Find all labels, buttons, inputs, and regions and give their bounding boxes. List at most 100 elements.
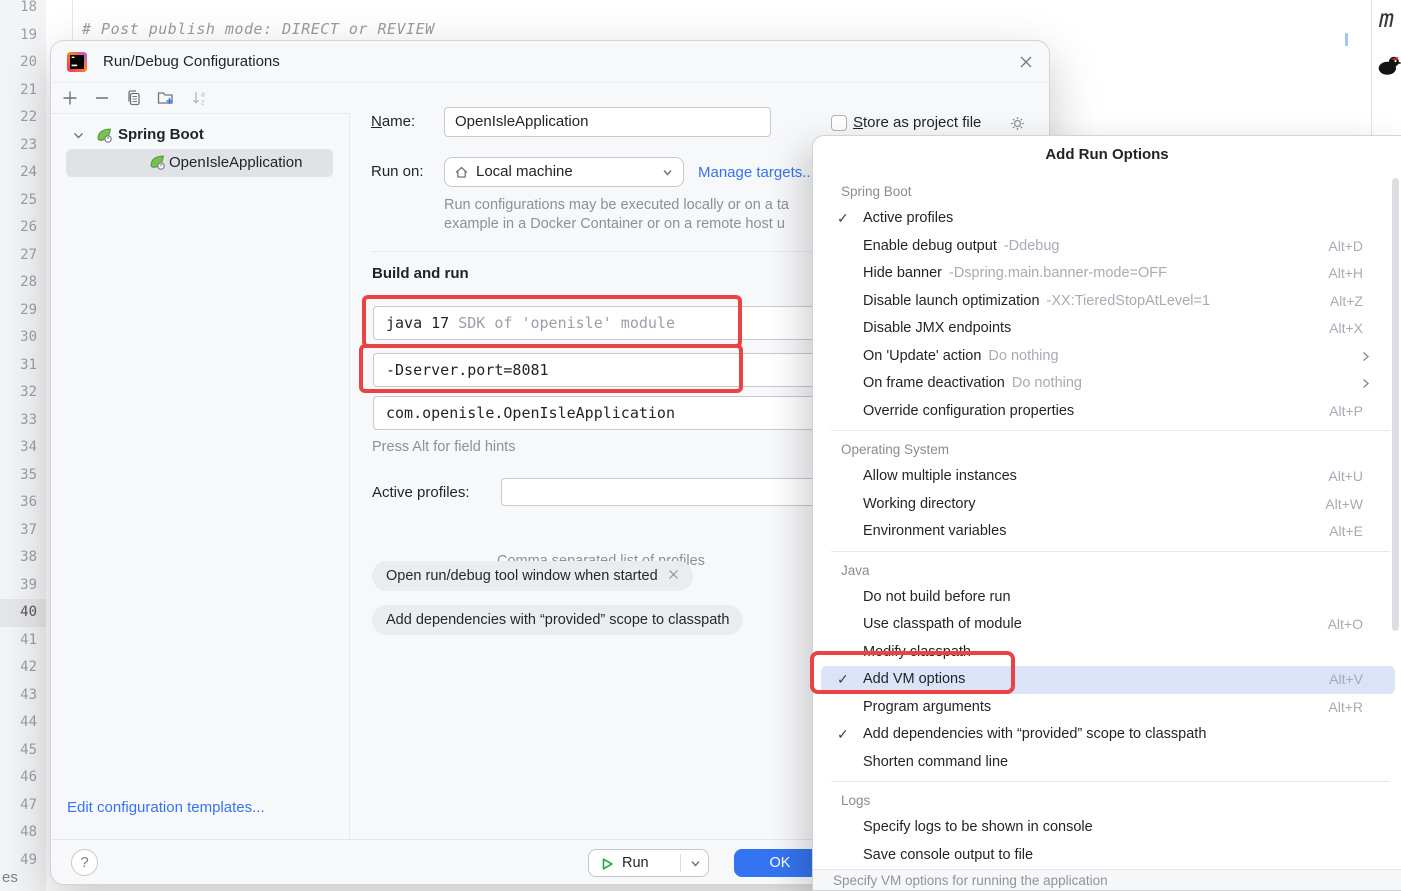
- tree-group-label: Spring Boot: [118, 121, 204, 149]
- menu-item-shorten-command-line[interactable]: Shorten command line: [821, 749, 1395, 777]
- add-run-options-popup: Add Run Options Spring Boot✓Active profi…: [812, 135, 1401, 891]
- line-number: 21: [0, 77, 46, 105]
- menu-item-label: Add dependencies with “provided” scope t…: [863, 726, 1206, 742]
- menu-item-do-not-build-before-run[interactable]: Do not build before run: [821, 584, 1395, 612]
- popup-scrollbar[interactable]: [1392, 178, 1399, 631]
- jre-field[interactable]: java 17 SDK of 'openisle' module: [373, 306, 821, 340]
- menu-item-save-console-output-to-file[interactable]: Save console output to file: [821, 842, 1395, 870]
- main-class-field[interactable]: com.openisle.OpenIsleApplication: [373, 396, 821, 430]
- run-on-label: Run on:: [371, 157, 424, 187]
- editor-caret: [1345, 33, 1348, 46]
- line-number: 20: [0, 49, 46, 77]
- configurations-toolbar: a z: [51, 83, 349, 113]
- line-number: 46: [0, 764, 46, 792]
- menu-item-shortcut: Alt+O: [1328, 611, 1363, 639]
- menu-item-environment-variables[interactable]: Environment variablesAlt+E: [821, 518, 1395, 546]
- chip-label: Open run/debug tool window when started: [386, 568, 658, 584]
- menu-item-shortcut: Alt+P: [1329, 398, 1363, 426]
- line-number: 27: [0, 242, 46, 270]
- dialog-titlebar[interactable]: Run/Debug Configurations: [51, 41, 1049, 83]
- menu-item-add-dependencies-with-provided-scope-to-[interactable]: ✓ Add dependencies with “provided” scope …: [821, 721, 1395, 749]
- line-number: 45: [0, 737, 46, 765]
- tree-group-spring-boot[interactable]: Spring Boot: [51, 121, 349, 149]
- menu-separator: [831, 430, 1390, 431]
- panel-separator: [349, 113, 350, 839]
- checkmark-icon: ✓: [837, 721, 855, 749]
- line-number: 23: [0, 132, 46, 160]
- menu-item-hint: Do nothing: [988, 348, 1058, 364]
- menu-item-disable-launch-optimization[interactable]: Disable launch optimization-XX:TieredSto…: [821, 288, 1395, 316]
- menu-item-label: Disable JMX endpoints: [863, 320, 1011, 336]
- line-number: 19: [0, 22, 46, 50]
- toolbar-separator: [51, 113, 349, 114]
- checkmark-icon: ✓: [837, 205, 855, 233]
- menu-item-label: Override configuration properties: [863, 403, 1074, 419]
- menu-section-header-spring-boot: Spring Boot: [813, 178, 1401, 205]
- close-icon[interactable]: [1017, 53, 1035, 71]
- menu-item-active-profiles[interactable]: ✓Active profiles: [821, 205, 1395, 233]
- menu-item-enable-debug-output[interactable]: Enable debug output-DdebugAlt+D: [821, 233, 1395, 261]
- store-as-project-file-label: Store as project file: [853, 108, 981, 138]
- menu-item-shortcut: Alt+R: [1328, 694, 1363, 722]
- run-on-select[interactable]: Local machine: [444, 157, 684, 187]
- menu-item-modify-classpath[interactable]: Modify classpath: [821, 639, 1395, 667]
- menu-item-label: Specify logs to be shown in console: [863, 819, 1093, 835]
- run-button[interactable]: Run: [588, 849, 709, 877]
- copy-icon[interactable]: [125, 89, 143, 107]
- menu-separator: [831, 781, 1390, 782]
- menu-item-hide-banner[interactable]: Hide banner-Dspring.main.banner-mode=OFF…: [821, 260, 1395, 288]
- menu-item-label: Shorten command line: [863, 754, 1008, 770]
- chevron-down-icon[interactable]: [71, 128, 86, 143]
- vm-options-field[interactable]: -Dserver.port=8081: [373, 353, 821, 387]
- chip-open-run-tool-window[interactable]: Open run/debug tool window when started: [372, 561, 693, 591]
- line-number: 48: [0, 819, 46, 847]
- menu-item-shortcut: Alt+V: [1329, 666, 1363, 694]
- menu-item-add-vm-options[interactable]: ✓Add VM optionsAlt+V: [821, 666, 1395, 694]
- gear-icon[interactable]: [1009, 115, 1026, 132]
- menu-item-label: Add VM options: [863, 671, 965, 687]
- menu-item-label: On frame deactivation: [863, 375, 1005, 391]
- menu-item-shortcut: Alt+H: [1328, 260, 1363, 288]
- active-profiles-label: Active profiles:: [372, 478, 470, 508]
- menu-item-override-configuration-properties[interactable]: Override configuration properties Alt+P: [821, 398, 1395, 426]
- chip-add-provided-dependencies[interactable]: Add dependencies with “provided” scope t…: [372, 605, 743, 635]
- menu-item-disable-jmx-endpoints[interactable]: Disable JMX endpointsAlt+X: [821, 315, 1395, 343]
- line-number: 36: [0, 489, 46, 517]
- name-input[interactable]: OpenIsleApplication: [444, 107, 771, 137]
- help-button[interactable]: ?: [71, 849, 98, 876]
- line-number: 22: [0, 104, 46, 132]
- manage-targets-link[interactable]: Manage targets...: [698, 164, 815, 181]
- store-as-project-file-checkbox[interactable]: [831, 115, 847, 131]
- line-number: 47: [0, 792, 46, 820]
- editor-gutter: 1819202122232425262728293031323334353637…: [0, 0, 46, 891]
- menu-item-label: Disable launch optimization: [863, 293, 1040, 309]
- remove-chip-icon[interactable]: [668, 569, 679, 580]
- jre-hint: SDK of 'openisle' module: [449, 314, 675, 332]
- line-number: 40: [0, 599, 46, 627]
- menu-item-working-directory[interactable]: Working directoryAlt+W: [821, 491, 1395, 519]
- tree-item-openisleapplication[interactable]: OpenIsleApplication: [66, 149, 333, 177]
- line-number: 24: [0, 159, 46, 187]
- local-machine-icon: [453, 164, 470, 181]
- add-icon[interactable]: [61, 89, 79, 107]
- edit-configuration-templates-link[interactable]: Edit configuration templates...: [67, 799, 265, 816]
- menu-item-use-classpath-of-module[interactable]: Use classpath of module Alt+O: [821, 611, 1395, 639]
- remove-icon[interactable]: [93, 89, 111, 107]
- sort-alphabetically-icon[interactable]: a z: [191, 89, 209, 107]
- menu-item-label: On 'Update' action: [863, 348, 981, 364]
- dialog-title: Run/Debug Configurations: [103, 41, 280, 83]
- menu-item-specify-logs-to-be-shown-in-console[interactable]: Specify logs to be shown in console: [821, 814, 1395, 842]
- menu-item-shortcut: Alt+D: [1328, 233, 1363, 261]
- line-number: 43: [0, 682, 46, 710]
- active-profiles-input[interactable]: [501, 478, 821, 506]
- menu-item-on-frame-deactivation[interactable]: On frame deactivationDo nothing: [821, 370, 1395, 398]
- build-and-run-title: Build and run: [372, 265, 469, 282]
- menu-item-label: Use classpath of module: [863, 616, 1022, 632]
- menu-item-program-arguments[interactable]: Program argumentsAlt+R: [821, 694, 1395, 722]
- partial-code-text: m: [1379, 4, 1394, 33]
- menu-item-on-update-action[interactable]: On 'Update' action Do nothing: [821, 343, 1395, 371]
- line-number: 31: [0, 352, 46, 380]
- new-folder-icon[interactable]: [157, 89, 175, 107]
- menu-item-allow-multiple-instances[interactable]: Allow multiple instancesAlt+U: [821, 463, 1395, 491]
- chevron-down-icon[interactable]: [688, 856, 703, 871]
